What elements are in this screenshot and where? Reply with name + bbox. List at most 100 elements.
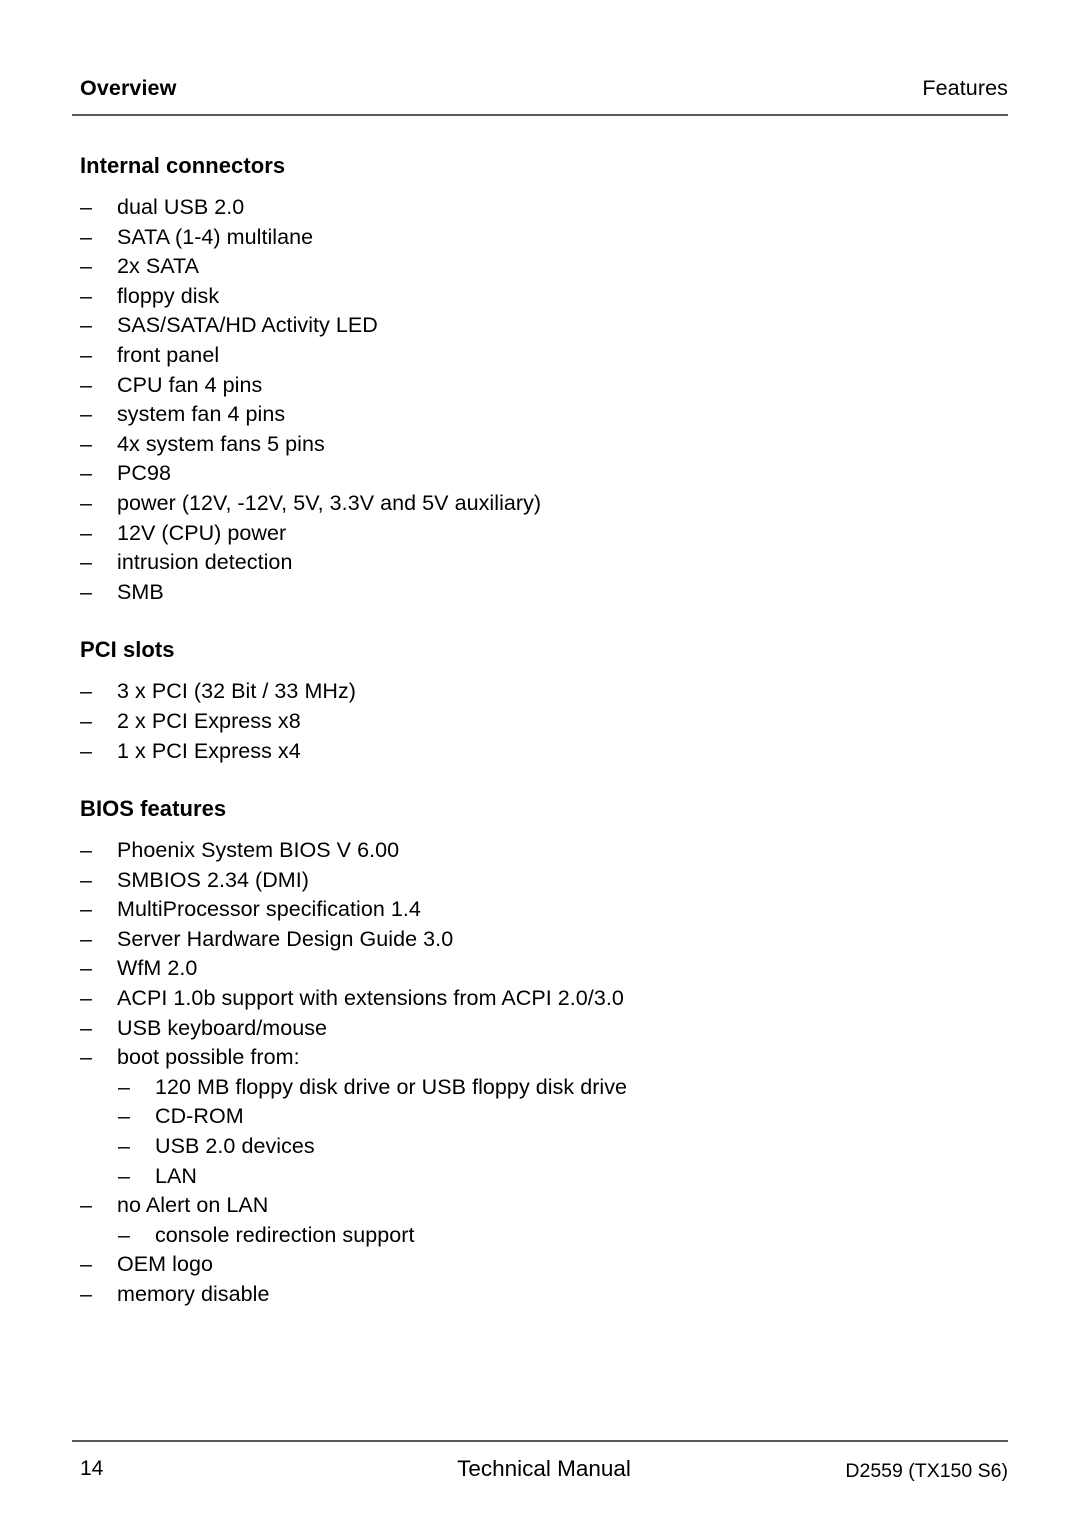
bullet-dash-icon: – bbox=[80, 956, 93, 981]
list-item: – no Alert on LAN bbox=[80, 1191, 1008, 1221]
bullet-dash-icon: – bbox=[80, 461, 93, 486]
list-item-label: 4x system fans 5 pins bbox=[117, 431, 325, 456]
list-item: – SATA (1-4) multilane bbox=[80, 223, 1008, 253]
list-item: –12V (CPU) power bbox=[80, 519, 1008, 549]
bullet-dash-icon: – bbox=[80, 224, 93, 249]
bullet-dash-icon: – bbox=[80, 1282, 93, 1306]
list-item-label: SAS/SATA/HD Activity LED bbox=[117, 313, 378, 338]
running-header: Overview Features bbox=[80, 77, 1008, 100]
list-item: – intrusion detection bbox=[80, 548, 1008, 578]
list-item: – Server Hardware Design Guide 3.0 bbox=[80, 925, 1008, 955]
list-item: –2 x PCI Express x8 bbox=[80, 707, 1008, 737]
sub-feature-list-alert-on-lan: – console redirection support bbox=[80, 1221, 1008, 1251]
document-page: Overview Features Internal connectors – d… bbox=[0, 0, 1080, 1526]
list-item: – ACPI 1.0b support with extensions from … bbox=[80, 984, 1008, 1014]
list-item: –1 x PCI Express x4 bbox=[80, 737, 1008, 767]
sub-list-item-label: 120 MB floppy disk drive or USB floppy d… bbox=[155, 1074, 628, 1099]
section-heading: PCI slots bbox=[80, 637, 175, 663]
list-item-label: intrusion detection bbox=[117, 550, 293, 575]
list-item: – boot possible from: bbox=[80, 1043, 1008, 1073]
footer-product-code: D2559 (TX150 S6) bbox=[845, 1460, 1008, 1482]
sub-list-item-label: CD-ROM bbox=[155, 1104, 244, 1129]
list-item-label: ACPI 1.0b support with extensions from A… bbox=[117, 986, 624, 1011]
section-heading: BIOS features bbox=[80, 796, 227, 822]
bullet-dash-icon: – bbox=[80, 867, 93, 892]
list-item: – memory disable bbox=[80, 1280, 1008, 1310]
list-item-label: 3 x PCI (32 Bit / 33 MHz) bbox=[117, 679, 357, 704]
bullet-dash-icon: – bbox=[80, 1045, 93, 1070]
bullet-dash-icon: – bbox=[80, 283, 93, 308]
bullet-dash-icon: – bbox=[118, 1163, 131, 1188]
list-item: – SMBIOS 2.34 (DMI) bbox=[80, 866, 1008, 896]
list-item-label: SATA (1-4) multilane bbox=[117, 224, 314, 249]
list-item-label: system fan 4 pins bbox=[117, 402, 286, 427]
sub-list-item-label: LAN bbox=[155, 1163, 197, 1188]
list-item-label: boot possible from: bbox=[117, 1045, 300, 1070]
list-item: –2x SATA bbox=[80, 252, 1008, 282]
section-heading: Internal connectors bbox=[80, 153, 286, 178]
section-bios-features: BIOS features – Phoenix System BIOS V 6.0… bbox=[80, 795, 1008, 1310]
bullet-dash-icon: – bbox=[80, 897, 93, 922]
list-item: – dual USB 2.0 bbox=[80, 193, 1008, 223]
list-item-label: 2 x PCI Express x8 bbox=[117, 708, 301, 733]
bullet-dash-icon: – bbox=[80, 579, 93, 604]
feature-list: – no Alert on LAN bbox=[80, 1191, 1008, 1221]
list-item-label: PC98 bbox=[117, 461, 171, 486]
bullet-dash-icon: – bbox=[80, 679, 93, 704]
list-item: –4x system fans 5 pins bbox=[80, 430, 1008, 460]
list-item-label: Phoenix System BIOS V 6.00 bbox=[117, 838, 400, 863]
list-item-label: dual USB 2.0 bbox=[117, 195, 245, 219]
header-divider-rule bbox=[72, 114, 1008, 116]
list-item-label: front panel bbox=[117, 342, 220, 367]
sub-feature-list-boot-sources: –120 MB floppy disk drive or USB floppy … bbox=[80, 1073, 1008, 1191]
sub-list-item-label: USB 2.0 devices bbox=[155, 1134, 315, 1159]
bullet-dash-icon: – bbox=[80, 431, 93, 456]
list-item: – floppy disk bbox=[80, 282, 1008, 312]
list-item: – OEM logo bbox=[80, 1250, 1008, 1280]
list-item-label: 1 x PCI Express x4 bbox=[117, 738, 301, 763]
bullet-dash-icon: – bbox=[118, 1074, 131, 1099]
bullet-dash-icon: – bbox=[80, 313, 93, 338]
running-footer: 14 Technical Manual D2559 (TX150 S6) bbox=[80, 1454, 1008, 1488]
list-item: – MultiProcessor specification 1.4 bbox=[80, 895, 1008, 925]
bullet-dash-icon: – bbox=[118, 1134, 131, 1159]
bullet-dash-icon: – bbox=[80, 1252, 93, 1277]
list-item: – CPU fan 4 pins bbox=[80, 371, 1008, 401]
feature-list: – dual USB 2.0 – SATA (1-4) multilane –2x … bbox=[80, 193, 1008, 607]
bullet-dash-icon: – bbox=[80, 738, 93, 763]
list-item-label: 2x SATA bbox=[117, 254, 199, 279]
list-item: – Phoenix System BIOS V 6.00 bbox=[80, 836, 1008, 866]
bullet-dash-icon: – bbox=[80, 926, 93, 951]
footer-divider-rule bbox=[72, 1440, 1008, 1442]
bullet-dash-icon: – bbox=[118, 1104, 131, 1129]
list-item-label: no Alert on LAN bbox=[117, 1193, 269, 1218]
list-item: – front panel bbox=[80, 341, 1008, 371]
list-item: – SAS/SATA/HD Activity LED bbox=[80, 311, 1008, 341]
list-item-label: power (12V, -12V, 5V, 3.3V and 5V auxili… bbox=[117, 490, 542, 515]
list-item-label: SMBIOS 2.34 (DMI) bbox=[117, 867, 309, 892]
sub-list-item: – USB 2.0 devices bbox=[118, 1132, 1008, 1162]
list-item-label: Server Hardware Design Guide 3.0 bbox=[117, 926, 454, 951]
bullet-dash-icon: – bbox=[80, 838, 93, 863]
bullet-dash-icon: – bbox=[80, 402, 93, 427]
sub-list-item: – LAN bbox=[118, 1162, 1008, 1192]
list-item-label: memory disable bbox=[117, 1282, 270, 1306]
page-content-frame: Overview Features Internal connectors – d… bbox=[72, 0, 1008, 1526]
list-item-label: SMB bbox=[117, 579, 164, 604]
bullet-dash-icon: – bbox=[80, 550, 93, 575]
list-item-label: floppy disk bbox=[117, 283, 220, 308]
bullet-dash-icon: – bbox=[118, 1222, 131, 1247]
bullet-dash-icon: – bbox=[80, 195, 93, 219]
list-item: – PC98 bbox=[80, 459, 1008, 489]
bullet-dash-icon: – bbox=[80, 1015, 93, 1040]
bullet-dash-icon: – bbox=[80, 372, 93, 397]
feature-list: –3 x PCI (32 Bit / 33 MHz) –2 x PCI Expr… bbox=[80, 677, 1008, 766]
list-item: – power (12V, -12V, 5V, 3.3V and 5V auxil… bbox=[80, 489, 1008, 519]
list-item-label: MultiProcessor specification 1.4 bbox=[117, 897, 421, 922]
list-item-label: 12V (CPU) power bbox=[117, 520, 287, 545]
bullet-dash-icon: – bbox=[80, 342, 93, 367]
sub-list-item: –120 MB floppy disk drive or USB floppy … bbox=[118, 1073, 1008, 1103]
bullet-dash-icon: – bbox=[80, 490, 93, 515]
list-item-label: OEM logo bbox=[117, 1252, 213, 1277]
list-item-label: CPU fan 4 pins bbox=[117, 372, 263, 397]
